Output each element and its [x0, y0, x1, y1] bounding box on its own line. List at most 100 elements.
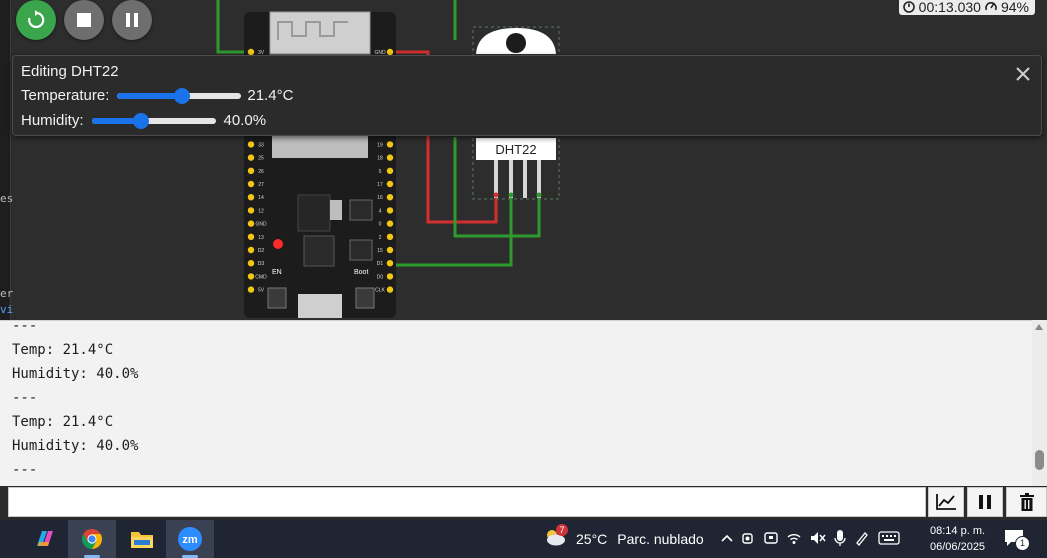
pin-label: 19: [377, 142, 383, 148]
wifi-icon[interactable]: [786, 531, 802, 548]
board-pin[interactable]: [247, 141, 255, 148]
taskbar-app-icon[interactable]: [764, 531, 778, 548]
pause-icon: [979, 495, 991, 509]
pin-label: 13: [258, 235, 264, 241]
file-explorer-icon: [131, 532, 153, 548]
board-pin[interactable]: [386, 273, 394, 280]
wire-endpoint: [508, 192, 514, 198]
volume-muted-icon[interactable]: [810, 531, 826, 548]
chart-icon: [936, 494, 956, 510]
serial-monitor-output[interactable]: --- Temp: 21.4°C Humidity: 40.0% --- Temp: 2…: [0, 320, 1032, 487]
board-pin[interactable]: [247, 167, 255, 174]
timer-icon: [902, 1, 915, 13]
pen-icon[interactable]: [854, 530, 870, 549]
board-pin[interactable]: [247, 207, 255, 214]
sensor-edit-panel: Editing DHT22 Temperature: 21.4°C Humidi…: [12, 55, 1042, 136]
serial-clear-button[interactable]: [1006, 487, 1047, 517]
taskbar-copilot[interactable]: [20, 520, 68, 558]
pin-label: CMD: [255, 274, 267, 280]
weather-widget[interactable]: 7 25°C Parc. nublado: [543, 520, 704, 558]
chevron-up-icon[interactable]: [720, 531, 734, 547]
stop-simulation-button[interactable]: [64, 0, 104, 40]
board-pin[interactable]: [386, 154, 394, 161]
scroll-up-arrow-icon[interactable]: [1035, 324, 1043, 330]
pin-label: 33: [258, 142, 264, 148]
pin-label: 27: [258, 182, 264, 188]
humidity-slider-thumb[interactable]: [133, 112, 150, 129]
board-pin[interactable]: [247, 180, 255, 188]
board-pin[interactable]: [247, 260, 255, 267]
humidity-slider[interactable]: [91, 112, 216, 129]
wire-green-data[interactable]: [392, 195, 513, 267]
board-pin[interactable]: [247, 220, 255, 227]
board-pin[interactable]: [386, 260, 394, 267]
pin-label: 5: [379, 169, 382, 175]
sensor-pin-data[interactable]: [509, 160, 513, 198]
pin-label: 15: [377, 248, 383, 254]
sensor-pin-nc[interactable]: [523, 160, 527, 198]
scrollbar-thumb[interactable]: [1035, 450, 1044, 470]
board-pin[interactable]: [386, 180, 394, 188]
usb-port: [298, 294, 342, 318]
board-pin[interactable]: [386, 220, 394, 227]
serial-line: Humidity: 40.0%: [12, 438, 139, 454]
boot-button[interactable]: [355, 287, 375, 309]
board-pin[interactable]: [386, 194, 394, 201]
board-pin[interactable]: [247, 273, 255, 280]
board-pin[interactable]: [386, 207, 394, 214]
board-pin[interactable]: [386, 233, 394, 240]
taskbar-file-explorer[interactable]: [118, 520, 166, 558]
en-label: EN: [272, 269, 282, 276]
board-pin[interactable]: [247, 246, 255, 254]
stop-icon: [77, 13, 91, 27]
serial-input-field[interactable]: [8, 487, 926, 517]
taskbar-chrome[interactable]: [68, 520, 116, 558]
simulation-status: 00:13.030 94%: [898, 0, 1035, 15]
board-pin[interactable]: [247, 194, 255, 201]
pause-simulation-button[interactable]: [112, 0, 152, 40]
meet-now-icon[interactable]: [742, 531, 756, 548]
board-pin[interactable]: [247, 154, 255, 161]
simulation-timer: 00:13.030: [918, 0, 981, 15]
close-panel-button[interactable]: [1015, 66, 1031, 82]
wire-endpoint: [536, 192, 542, 198]
pin-label: 12: [258, 208, 264, 214]
pin-label: CLK: [375, 288, 385, 294]
board-pin[interactable]: [386, 167, 394, 174]
power-led: [273, 239, 283, 249]
pin-label: 25: [258, 156, 264, 162]
small-component: [349, 199, 373, 221]
plotter-toggle-button[interactable]: [928, 487, 964, 517]
pin-label: 17: [377, 182, 383, 188]
copilot-icon: [37, 531, 53, 546]
board-pin[interactable]: [247, 233, 255, 240]
humidity-control: Humidity: 40.0%: [21, 112, 266, 129]
serial-pause-button[interactable]: [967, 487, 1003, 517]
board-pin[interactable]: [247, 286, 255, 293]
trash-icon: [1019, 493, 1034, 511]
pin-label: D0: [377, 274, 384, 280]
serial-line: Temp: 21.4°C: [12, 342, 114, 358]
board-pin[interactable]: [386, 286, 394, 293]
keyboard-icon[interactable]: [878, 530, 900, 548]
serial-scrollbar[interactable]: [1032, 320, 1047, 486]
board-pin[interactable]: [386, 141, 394, 148]
pin-label: 4: [379, 208, 382, 214]
taskbar-clock[interactable]: 08:14 p. m. 06/06/2025: [930, 523, 985, 555]
close-icon: [1016, 67, 1030, 81]
simulation-canvas[interactable]: es er vi 3VENVPVN343532332526271412GND13…: [0, 0, 1047, 320]
microphone-icon[interactable]: [834, 529, 846, 549]
taskbar-zoom[interactable]: zm: [166, 520, 214, 558]
restart-simulation-button[interactable]: [16, 0, 56, 40]
board-pin[interactable]: [386, 246, 394, 254]
notification-center[interactable]: 1: [1004, 520, 1030, 558]
chip-ldo: [297, 194, 331, 232]
temperature-control: Temperature: 21.4°C: [21, 87, 293, 104]
sensor-pin-gnd[interactable]: [537, 160, 541, 198]
en-button[interactable]: [267, 287, 287, 309]
sensor-grille-hole: [506, 33, 526, 53]
temperature-slider-thumb[interactable]: [173, 87, 190, 104]
temperature-slider[interactable]: [117, 87, 242, 104]
sensor-pin-vcc[interactable]: [494, 160, 498, 198]
weather-alert-badge: 7: [556, 524, 568, 536]
